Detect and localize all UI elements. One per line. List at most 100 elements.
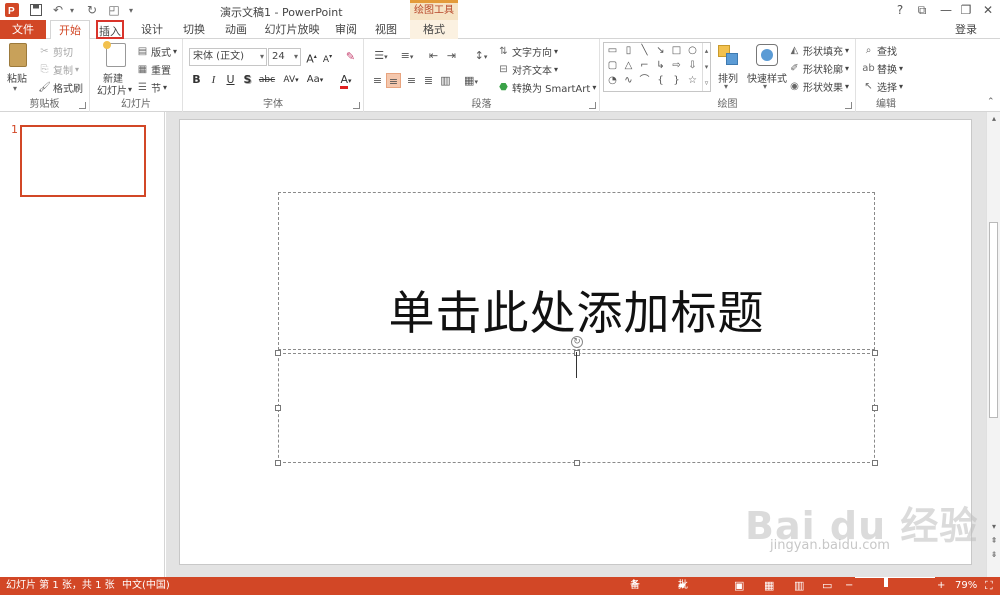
font-name-dropdown-icon[interactable]: ▾ [260, 49, 264, 65]
left-brace-shape-icon[interactable]: { [654, 75, 667, 87]
underline-button[interactable]: U [223, 72, 238, 88]
align-right-icon[interactable]: ≡ [404, 73, 419, 88]
arrow-line-shape-icon[interactable]: ↘ [654, 45, 667, 57]
font-color-button[interactable]: A▾ [335, 72, 357, 89]
italic-button[interactable]: I [206, 72, 221, 88]
slide-thumbnail[interactable] [20, 125, 146, 197]
scrollbar-thumb[interactable] [989, 222, 998, 418]
quick-styles-icon[interactable] [756, 44, 778, 66]
right-arrow-shape-icon[interactable]: ⇨ [670, 60, 683, 72]
select-button[interactable]: ↖ 选择 ▾ [862, 79, 903, 95]
font-size-combo[interactable]: 24 ▾ [268, 48, 301, 66]
slide-sorter-view-icon[interactable]: ▦ [764, 577, 774, 595]
rotate-handle-icon[interactable]: ↻ [571, 336, 583, 348]
scroll-down-icon[interactable]: ▾ [987, 522, 1000, 534]
undo-dropdown-icon[interactable]: ▾ [68, 2, 76, 18]
format-painter-button[interactable]: 🖌 格式刷 [38, 80, 83, 96]
resize-handle-top[interactable] [574, 350, 580, 356]
align-left-icon[interactable]: ≡ [370, 73, 385, 88]
collapse-ribbon-icon[interactable]: ⌃ [987, 97, 995, 107]
increase-font-size-button[interactable]: A▴ [304, 49, 319, 66]
bullets-button[interactable]: ☰▾ [370, 48, 392, 63]
triangle-shape-icon[interactable]: △ [622, 60, 635, 72]
text-box-shape-icon[interactable]: ▭ [606, 45, 619, 57]
quick-styles-dropdown-icon[interactable]: ▾ [763, 82, 767, 91]
slide-count-status[interactable]: 幻灯片 第 1 张，共 1 张 [6, 577, 115, 595]
numbering-button[interactable]: ≡▾ [396, 48, 418, 63]
star-shape-icon[interactable]: ☆ [686, 75, 699, 87]
language-status[interactable]: 中文(中国) [122, 577, 170, 595]
align-text-button[interactable]: ⊟ 对齐文本 ▾ [497, 62, 558, 78]
resize-handle-bottom-right[interactable] [872, 460, 878, 466]
restore-icon[interactable]: ❐ [956, 2, 976, 18]
zoom-level[interactable]: 79% [955, 577, 977, 595]
gallery-scroll-icon[interactable]: ▴ ▾ ▿ [702, 43, 710, 91]
undo-icon[interactable]: ↶ [50, 2, 66, 18]
tab-view[interactable]: 视图 [368, 20, 404, 39]
zoom-slider[interactable] [855, 577, 935, 578]
resize-handle-bottom[interactable] [574, 460, 580, 466]
section-button[interactable]: ☰ 节 ▾ [136, 80, 167, 96]
scribble-shape-icon[interactable]: ∿ [622, 75, 635, 87]
clear-formatting-icon[interactable]: ✎ [343, 49, 358, 65]
columns-button[interactable]: ▦▾ [460, 73, 482, 88]
font-name-combo[interactable]: 宋体 (正文) ▾ [189, 48, 267, 66]
right-brace-shape-icon[interactable]: } [670, 75, 683, 87]
replace-button[interactable]: ab 替换 ▾ [862, 61, 903, 77]
layout-button[interactable]: ▤ 版式 ▾ [136, 44, 177, 60]
line-shape-icon[interactable]: ╲ [638, 45, 651, 57]
shapes-gallery[interactable]: ▭ ▯ ╲ ↘ □ ○ ▢ △ ⌐ ↳ ⇨ ⇩ ◔ ∿ ⌒ { } ☆ ▴ ▾ ▿ [603, 42, 711, 92]
character-spacing-button[interactable]: AV▾ [280, 72, 302, 88]
sign-in-link[interactable]: 登录 [955, 21, 977, 37]
oval-shape-icon[interactable]: ○ [686, 45, 699, 57]
strikethrough-button[interactable]: abc [257, 72, 277, 88]
tab-format[interactable]: 格式 [410, 20, 458, 39]
convert-to-smartart-button[interactable]: ⬣ 转换为 SmartArt ▾ [497, 80, 596, 96]
redo-icon[interactable]: ↻ [84, 2, 100, 18]
new-slide-icon[interactable] [103, 41, 126, 67]
resize-handle-top-right[interactable] [872, 350, 878, 356]
save-icon[interactable] [28, 2, 44, 18]
tab-file[interactable]: 文件 [0, 20, 46, 39]
increase-indent-icon[interactable]: ⇥ [444, 48, 459, 63]
resize-handle-right[interactable] [872, 405, 878, 411]
slide-show-view-icon[interactable]: ▭ [822, 577, 832, 595]
title-placeholder[interactable]: 单击此处添加标题 [278, 192, 875, 350]
help-icon[interactable]: ? [890, 2, 910, 18]
paste-dropdown-icon[interactable]: ▾ [13, 84, 17, 93]
normal-view-icon[interactable]: ▣ [734, 577, 744, 595]
curve-shape-icon[interactable]: ⌒ [638, 75, 651, 87]
arrange-icon[interactable] [718, 45, 740, 67]
tab-insert[interactable]: 插入 [96, 20, 124, 39]
font-size-dropdown-icon[interactable]: ▾ [294, 49, 298, 65]
align-center-icon[interactable]: ≡ [386, 73, 401, 88]
copy-button[interactable]: ⎘ 复制 ▾ [38, 62, 80, 78]
resize-handle-top-left[interactable] [275, 350, 281, 356]
text-shadow-button[interactable]: S [240, 72, 255, 88]
close-icon[interactable]: ✕ [978, 2, 998, 18]
zoom-slider-thumb[interactable] [883, 577, 888, 587]
rectangle-shape-icon[interactable]: □ [670, 45, 683, 57]
resize-handle-bottom-left[interactable] [275, 460, 281, 466]
customize-quick-access-icon[interactable]: ▾ [126, 2, 136, 18]
scroll-up-icon[interactable]: ▴ [987, 114, 1000, 126]
reset-button[interactable]: ▦ 重置 [136, 62, 171, 78]
tab-design[interactable]: 设计 [134, 20, 170, 39]
tab-slide-show[interactable]: 幻灯片放映 [260, 20, 324, 39]
justify-icon[interactable]: ≣ [421, 73, 436, 88]
paste-button[interactable]: 粘贴 [7, 70, 27, 85]
clipboard-dialog-launcher-icon[interactable] [79, 102, 86, 109]
vertical-text-box-shape-icon[interactable]: ▯ [622, 45, 635, 57]
shape-fill-button[interactable]: ◭ 形状填充 ▾ [788, 43, 849, 59]
start-from-beginning-icon[interactable]: ◰ [106, 2, 122, 18]
tab-home[interactable]: 开始 [50, 20, 90, 40]
arrange-dropdown-icon[interactable]: ▾ [724, 82, 728, 91]
change-case-button[interactable]: Aa▾ [304, 72, 326, 88]
next-slide-icon[interactable]: ⇟ [987, 550, 1000, 562]
tab-animations[interactable]: 动画 [218, 20, 254, 39]
down-arrow-shape-icon[interactable]: ⇩ [686, 60, 699, 72]
bold-button[interactable]: B [189, 72, 204, 88]
tab-review[interactable]: 审阅 [328, 20, 364, 39]
shape-outline-button[interactable]: ✐ 形状轮廓 ▾ [788, 61, 849, 77]
paragraph-dialog-launcher-icon[interactable] [589, 102, 596, 109]
